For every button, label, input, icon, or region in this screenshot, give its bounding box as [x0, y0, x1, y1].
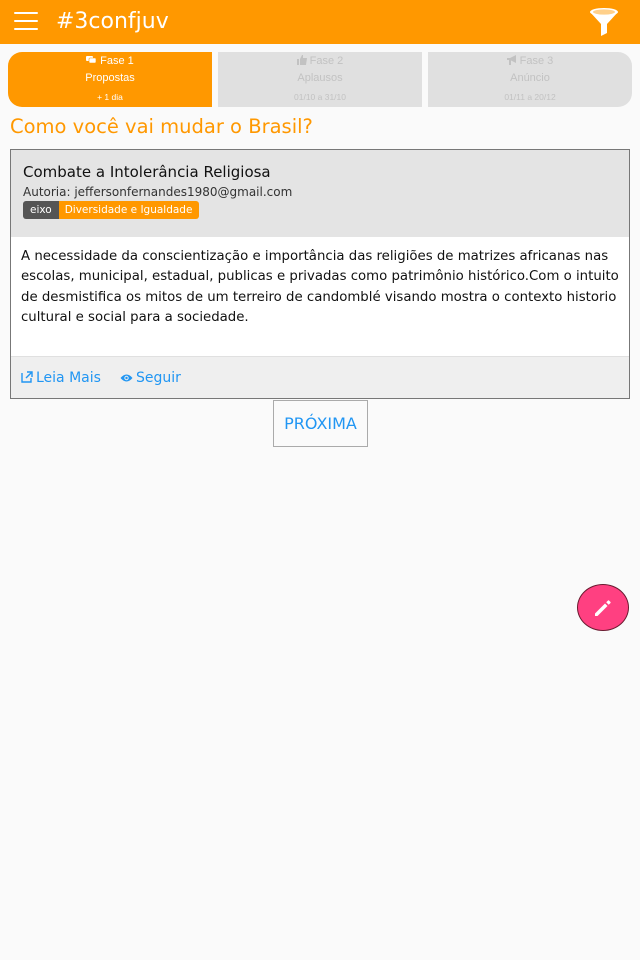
eye-icon	[120, 374, 133, 382]
axis-tag: eixo Diversidade e Igualdade	[23, 201, 200, 219]
phase-label: Anúncio	[510, 72, 550, 84]
hamburger-menu-icon[interactable]	[14, 12, 38, 32]
funnel-filter-icon[interactable]	[588, 6, 620, 38]
phase-date: 01/11 a 20/12	[504, 92, 556, 102]
follow-link[interactable]: Seguir	[120, 370, 181, 386]
phase-tab-1[interactable]: Fase 1 Propostas + 1 dia	[8, 52, 212, 107]
phase-date: + 1 dia	[97, 92, 123, 102]
axis-tag-label: eixo	[23, 201, 59, 219]
bullhorn-icon	[506, 55, 516, 65]
next-button[interactable]: PRÓXIMA	[273, 400, 368, 447]
proposal-author: Autoria: jeffersonfernandes1980@gmail.co…	[23, 185, 293, 199]
proposal-card-header: Combate a Intolerância Religiosa Autoria…	[11, 150, 629, 237]
phase-name: Fase 2	[309, 55, 344, 67]
thumbs-up-icon	[296, 55, 307, 65]
phase-label: Aplausos	[297, 72, 343, 84]
top-app-bar: #3confjuv	[0, 0, 640, 44]
external-link-icon	[21, 371, 33, 383]
proposal-card: Combate a Intolerância Religiosa Autoria…	[10, 149, 630, 399]
read-more-label: Leia Mais	[36, 370, 101, 386]
comments-icon	[86, 56, 97, 64]
axis-tag-value: Diversidade e Igualdade	[58, 201, 200, 219]
phase-date: 01/10 a 31/10	[294, 92, 346, 102]
phase-name: Fase 3	[519, 55, 554, 67]
phase-tab-2[interactable]: Fase 2 Aplausos 01/10 a 31/10	[218, 52, 422, 107]
read-more-link[interactable]: Leia Mais	[21, 370, 101, 386]
create-proposal-fab[interactable]	[577, 584, 629, 631]
phase-name: Fase 1	[100, 55, 134, 67]
follow-label: Seguir	[136, 370, 181, 386]
phase-label: Propostas	[85, 72, 135, 84]
phase-tab-3[interactable]: Fase 3 Anúncio 01/11 a 20/12	[428, 52, 632, 107]
page-heading-question: Como você vai mudar o Brasil?	[10, 115, 313, 138]
proposal-description: A necessidade da conscientização e impor…	[21, 249, 619, 325]
proposal-card-actions: Leia Mais Seguir	[11, 356, 629, 398]
proposal-title: Combate a Intolerância Religiosa	[23, 163, 271, 181]
pencil-icon	[595, 599, 611, 616]
app-title: #3confjuv	[56, 9, 169, 34]
